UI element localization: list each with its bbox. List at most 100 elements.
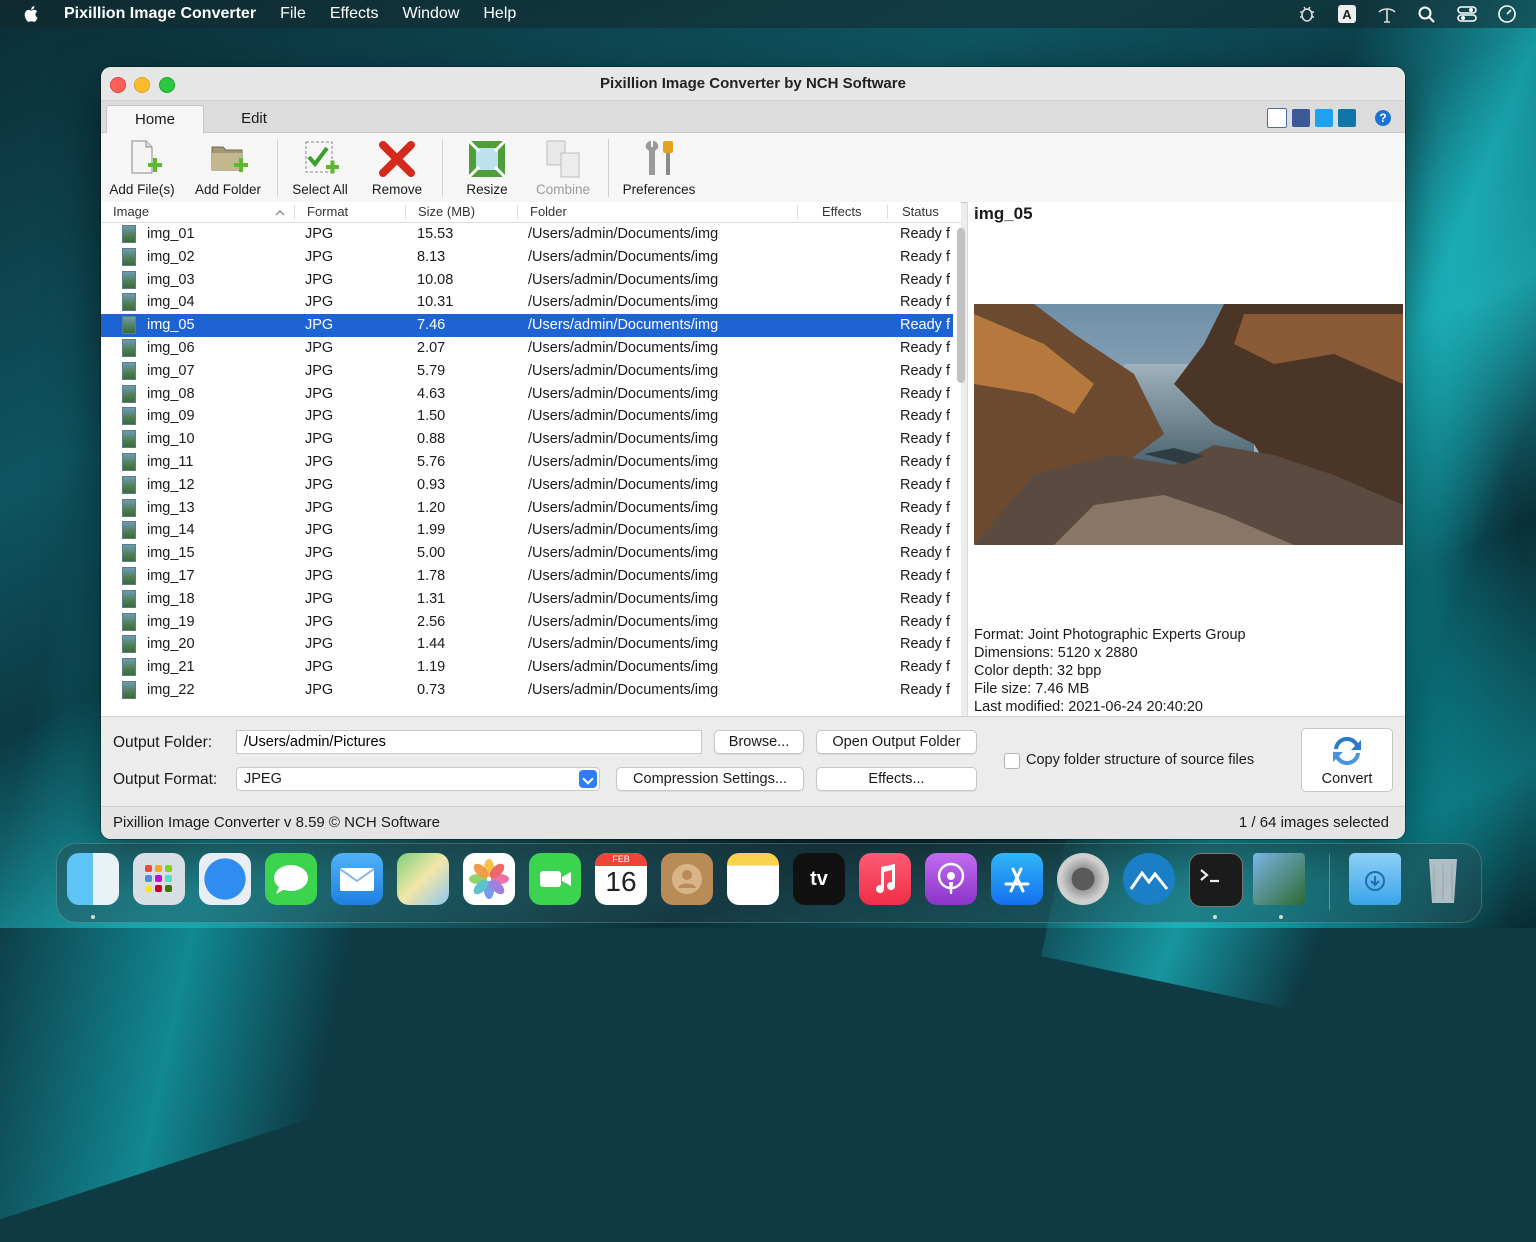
select-all-button[interactable]: Select All (287, 139, 353, 199)
table-row[interactable]: img_15 JPG 5.00/Users/admin/Documents/img R… (101, 542, 953, 565)
bug-icon[interactable] (1296, 4, 1318, 24)
table-row[interactable]: img_11 JPG 5.76/Users/admin/Documents/img R… (101, 451, 953, 474)
remove-button[interactable]: Remove (365, 139, 429, 199)
twitter-icon[interactable] (1315, 109, 1333, 127)
music-icon[interactable] (859, 853, 911, 905)
mail-icon[interactable] (331, 853, 383, 905)
column-divider[interactable] (405, 205, 406, 219)
linkedin-icon[interactable] (1338, 109, 1356, 127)
convert-button[interactable]: Convert (1301, 728, 1393, 792)
output-format-select[interactable]: JPEG (236, 767, 600, 791)
control-center-icon[interactable] (1456, 4, 1478, 24)
add-files-button[interactable]: Add File(s) (107, 139, 177, 199)
add-folder-button[interactable]: Add Folder (191, 139, 265, 199)
column-header-image[interactable]: Image (113, 204, 149, 219)
toolbar-separator (608, 139, 609, 197)
facetime-icon[interactable] (529, 853, 581, 905)
contacts-icon[interactable] (661, 853, 713, 905)
vertical-scroll-thumb[interactable] (957, 228, 965, 383)
table-row[interactable]: img_07 JPG 5.79/Users/admin/Documents/img R… (101, 360, 953, 383)
table-row[interactable]: img_06 JPG 2.07/Users/admin/Documents/img R… (101, 337, 953, 360)
cell-size: 0.73 (417, 682, 446, 698)
search-icon[interactable] (1416, 4, 1438, 24)
table-row[interactable]: img_21 JPG 1.19/Users/admin/Documents/img R… (101, 656, 953, 679)
menu-app-name[interactable]: Pixillion Image Converter (64, 5, 256, 23)
like-icon[interactable] (1267, 108, 1287, 128)
column-divider[interactable] (887, 205, 888, 219)
maps-icon[interactable] (397, 853, 449, 905)
accessibility-icon[interactable] (1376, 4, 1398, 24)
open-output-folder-button[interactable]: Open Output Folder (816, 730, 977, 754)
table-row[interactable]: img_08 JPG 4.63/Users/admin/Documents/img R… (101, 383, 953, 406)
table-row[interactable]: img_12 JPG 0.93/Users/admin/Documents/img R… (101, 474, 953, 497)
apple-menu-icon[interactable] (22, 4, 42, 24)
downloads-folder-icon[interactable] (1349, 853, 1401, 905)
input-source-icon[interactable]: A (1336, 4, 1358, 24)
help-icon[interactable]: ? (1375, 110, 1391, 126)
facebook-icon[interactable] (1292, 109, 1310, 127)
column-header-format[interactable]: Format (307, 204, 348, 219)
tab-home[interactable]: Home (106, 105, 204, 133)
menu-file[interactable]: File (280, 5, 306, 23)
table-row[interactable]: img_05 JPG 7.46/Users/admin/Documents/img R… (101, 314, 953, 338)
table-row[interactable]: img_10 JPG 0.88/Users/admin/Documents/img R… (101, 428, 953, 451)
browse-button[interactable]: Browse... (714, 730, 804, 754)
combine-button[interactable]: Combine (531, 139, 595, 199)
add-file-icon (131, 140, 162, 174)
tab-edit[interactable]: Edit (221, 105, 287, 132)
vertical-scrollbar[interactable] (957, 226, 965, 716)
compression-settings-button[interactable]: Compression Settings... (616, 767, 804, 791)
table-row[interactable]: img_01 JPG 15.53/Users/admin/Documents/img… (101, 223, 953, 246)
column-header-folder[interactable]: Folder (530, 204, 567, 219)
system-preferences-icon[interactable] (1057, 853, 1109, 905)
clock-icon[interactable] (1496, 4, 1518, 24)
table-row[interactable]: img_19 JPG 2.56/Users/admin/Documents/img R… (101, 611, 953, 634)
trash-icon[interactable] (1417, 853, 1469, 905)
column-header-effects[interactable]: Effects (822, 204, 862, 219)
effects-button[interactable]: Effects... (816, 767, 977, 791)
column-divider[interactable] (294, 205, 295, 219)
column-header-size[interactable]: Size (MB) (418, 204, 475, 219)
table-row[interactable]: img_04 JPG 10.31/Users/admin/Documents/img… (101, 291, 953, 314)
tv-label: tv (810, 868, 828, 890)
messages-icon[interactable] (265, 853, 317, 905)
table-row[interactable]: img_18 JPG 1.31/Users/admin/Documents/img R… (101, 588, 953, 611)
cell-status: Ready f (900, 499, 950, 516)
table-row[interactable]: img_03 JPG 10.08/Users/admin/Documents/img… (101, 269, 953, 292)
table-row[interactable]: img_02 JPG 8.13/Users/admin/Documents/img R… (101, 246, 953, 269)
launchpad-icon[interactable] (133, 853, 185, 905)
column-divider[interactable] (517, 205, 518, 219)
podcasts-icon[interactable] (925, 853, 977, 905)
menu-effects[interactable]: Effects (330, 5, 379, 23)
menu-window[interactable]: Window (402, 5, 459, 23)
image-file-icon (122, 316, 136, 335)
terminal-prompt-icon (1200, 869, 1219, 883)
download-arrow-icon (1365, 871, 1385, 891)
terminal-icon[interactable] (1189, 853, 1243, 907)
menu-help[interactable]: Help (483, 5, 516, 23)
safari-icon[interactable] (199, 853, 251, 905)
column-divider[interactable] (797, 205, 798, 219)
pixillion-icon[interactable] (1253, 853, 1305, 905)
table-row[interactable]: img_22 JPG 0.73/Users/admin/Documents/img R… (101, 679, 953, 702)
tv-icon[interactable]: tv (793, 853, 845, 905)
altool-icon[interactable] (1123, 853, 1175, 905)
finder-icon[interactable] (67, 853, 119, 905)
table-row[interactable]: img_09 JPG 1.50/Users/admin/Documents/img R… (101, 405, 953, 428)
title-bar[interactable]: Pixillion Image Converter by NCH Softwar… (101, 67, 1405, 101)
table-row[interactable]: img_13 JPG 1.20/Users/admin/Documents/img R… (101, 497, 953, 520)
copy-structure-label[interactable]: Copy folder structure of source files (1026, 752, 1254, 768)
output-folder-input[interactable] (236, 730, 702, 754)
column-header-status[interactable]: Status (902, 204, 939, 219)
table-row[interactable]: img_14 JPG 1.99/Users/admin/Documents/img R… (101, 519, 953, 542)
calendar-icon[interactable]: FEB 16 (595, 853, 647, 905)
resize-button[interactable]: Resize (455, 139, 519, 199)
notes-icon[interactable] (727, 853, 779, 905)
cell-size: 0.93 (417, 476, 446, 493)
preferences-button[interactable]: Preferences (619, 139, 699, 199)
copy-structure-checkbox[interactable] (1004, 753, 1020, 769)
table-row[interactable]: img_17 JPG 1.78/Users/admin/Documents/img R… (101, 565, 953, 588)
table-row[interactable]: img_20 JPG 1.44/Users/admin/Documents/img R… (101, 633, 953, 656)
app-store-icon[interactable] (991, 853, 1043, 905)
photos-icon[interactable] (463, 853, 515, 905)
